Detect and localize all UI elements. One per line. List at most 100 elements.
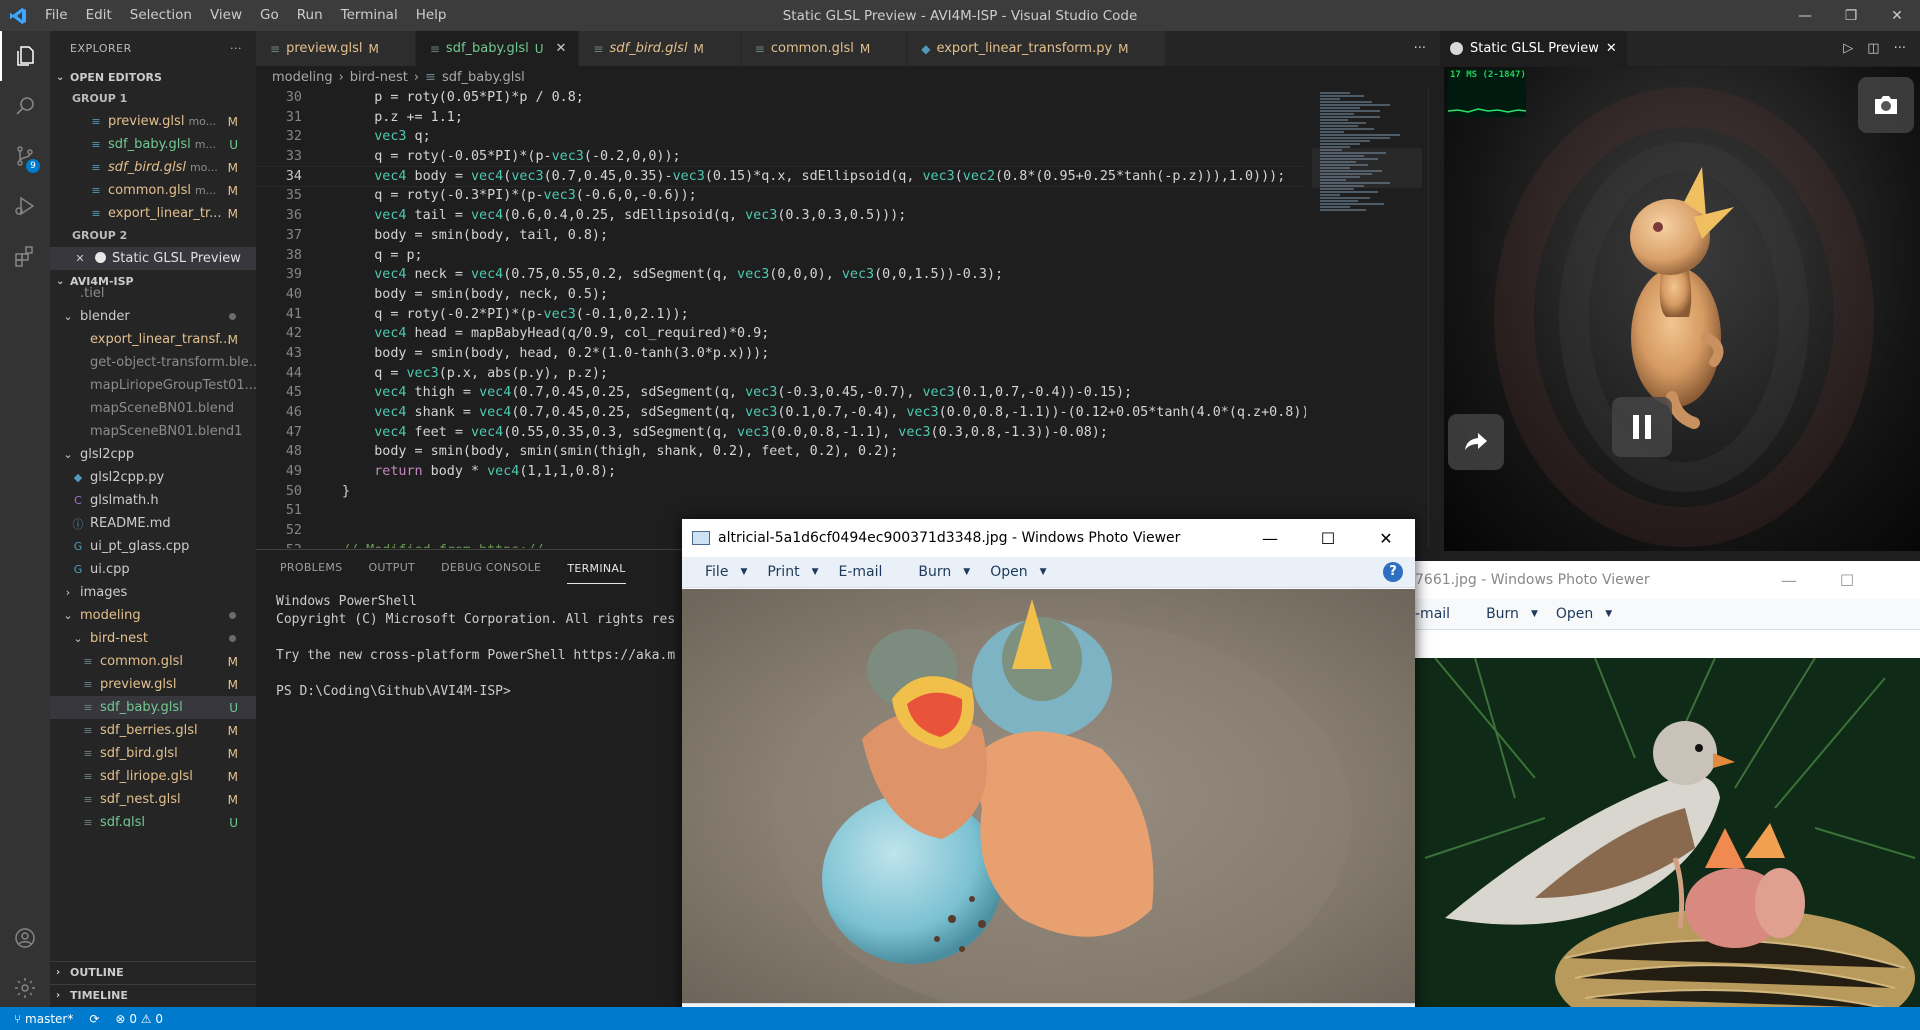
open-editor-item[interactable]: ≡ common.glsl m... M [50, 179, 256, 202]
shader-canvas[interactable]: 17 MS (2-1847) [1444, 67, 1920, 551]
tree-file[interactable]: export_linear_transf... M [50, 328, 256, 351]
menu-burn[interactable]: Burn [894, 564, 963, 580]
settings-gear-icon[interactable] [0, 963, 50, 1013]
explorer-icon[interactable] [0, 31, 50, 81]
run-debug-icon[interactable] [0, 181, 50, 231]
split-editor-icon[interactable]: ◫ [1867, 41, 1879, 56]
tree-file[interactable]: .tiel [50, 282, 256, 305]
tree-file[interactable]: ≡ sdf_baby.glsl U [50, 696, 256, 719]
more-actions-icon[interactable]: ··· [230, 42, 242, 55]
open-editor-glsl-preview[interactable]: ✕ Static GLSL Preview [50, 247, 256, 270]
tree-folder[interactable]: ⌄ modeling [50, 604, 256, 627]
sync-icon[interactable]: ⟳ [89, 1012, 99, 1026]
vertical-scrollbar[interactable] [1428, 88, 1440, 548]
close-icon[interactable]: ✕ [556, 41, 567, 56]
editor-tab[interactable]: ≡ common.glsl M [740, 31, 908, 66]
open-editor-item[interactable]: ≡ sdf_baby.glsl m... U [50, 133, 256, 156]
maximize-button[interactable]: ☐ [1818, 561, 1876, 599]
open-editor-item[interactable]: ≡ sdf_bird.glsl mo... M [50, 156, 256, 179]
editor-more-actions-icon[interactable]: ··· [1414, 31, 1426, 66]
tree-file[interactable]: get-object-transform.ble... [50, 351, 256, 374]
tree-file[interactable]: Cglslmath.h [50, 489, 256, 512]
close-button[interactable] [1876, 561, 1920, 599]
tree-file[interactable]: ≡ sdf.glsl U [50, 811, 256, 827]
menu-edit[interactable]: Edit [77, 0, 121, 31]
tree-folder[interactable]: › images [50, 581, 256, 604]
source-control-icon[interactable]: 9 [0, 131, 50, 181]
share-button[interactable] [1448, 414, 1504, 470]
pause-button[interactable] [1612, 397, 1672, 457]
tree-file[interactable]: Gui_pt_glass.cpp [50, 535, 256, 558]
close-button[interactable]: ✕ [1357, 519, 1415, 557]
panel-tab-problems[interactable]: PROBLEMS [280, 561, 342, 574]
tree-file[interactable]: mapSceneBN01.blend [50, 397, 256, 420]
tree-file[interactable]: ≡ common.glsl M [50, 650, 256, 673]
menu-email[interactable]: -mail [1415, 606, 1462, 622]
breadcrumb-folder[interactable]: modeling [272, 70, 333, 85]
search-icon[interactable] [0, 81, 50, 131]
tree-file[interactable]: ⓘ README.md [50, 512, 256, 535]
minimize-button[interactable]: — [1782, 0, 1828, 31]
close-button[interactable]: ✕ [1874, 0, 1920, 31]
menu-burn[interactable]: Burn [1462, 606, 1531, 622]
editor-tab[interactable]: ≡ sdf_bird.glsl M [579, 31, 741, 66]
menu-run[interactable]: Run [288, 0, 332, 31]
tree-file[interactable]: ≡ sdf_berries.glsl M [50, 719, 256, 742]
play-icon[interactable]: ▷ [1843, 41, 1853, 56]
outline-section[interactable]: › OUTLINE [50, 961, 256, 983]
tree-file[interactable]: ◆ glsl2cpp.py [50, 466, 256, 489]
open-editor-item[interactable]: ≡ export_linear_tr... M [50, 202, 256, 225]
panel-tab-terminal[interactable]: TERMINAL [567, 552, 626, 584]
code-line: 45 vec4 thigh = vec4(0.7,0.45,0.25, sdSe… [256, 383, 1306, 403]
menu-email[interactable]: E-mail [827, 564, 895, 580]
accounts-icon[interactable] [0, 913, 50, 963]
tree-file[interactable]: mapSceneBN01.blend1 [50, 420, 256, 443]
code-editor[interactable]: 30 p = roty(0.05*PI)*p / 0.8; 31 p.z += 1… [256, 88, 1306, 548]
close-icon[interactable]: ✕ [72, 252, 88, 265]
panel-tab-output[interactable]: OUTPUT [368, 561, 415, 574]
menu-print[interactable]: Print [755, 564, 811, 580]
editor-tab[interactable]: ≡ preview.glsl M [256, 31, 416, 66]
editor-tab[interactable]: ◆ export_linear_transform.py M [907, 31, 1166, 66]
problems-indicator[interactable]: ⊗ 0 ⚠ 0 [115, 1012, 163, 1026]
tree-file[interactable]: ≡ sdf_nest.glsl M [50, 788, 256, 811]
tree-folder[interactable]: ⌄ bird-nest [50, 627, 256, 650]
menu-help[interactable]: Help [407, 0, 456, 31]
menu-view[interactable]: View [201, 0, 251, 31]
tree-file[interactable]: ≡ sdf_liriope.glsl M [50, 765, 256, 788]
open-editor-item[interactable]: ≡ preview.glsl mo... M [50, 110, 256, 133]
menu-file[interactable]: File [36, 0, 77, 31]
menu-open[interactable]: Open [978, 564, 1039, 580]
restore-button[interactable]: ❐ [1828, 0, 1874, 31]
terminal-output[interactable]: Windows PowerShell Copyright (C) Microso… [256, 585, 686, 701]
breadcrumb-file[interactable]: sdf_baby.glsl [442, 70, 525, 85]
tree-folder[interactable]: ⌄ glsl2cpp [50, 443, 256, 466]
panel-tab-debug-console[interactable]: DEBUG CONSOLE [441, 561, 541, 574]
menu-selection[interactable]: Selection [121, 0, 201, 31]
minimize-button[interactable]: — [1241, 519, 1299, 557]
maximize-button[interactable]: ☐ [1299, 519, 1357, 557]
editor-tab[interactable]: ≡ sdf_baby.glsl U ✕ [415, 31, 580, 66]
breadcrumb-folder[interactable]: bird-nest [350, 70, 408, 85]
preview-tab[interactable]: Static GLSL Preview ✕ [1440, 31, 1627, 66]
open-editors-section[interactable]: ⌄ OPEN EDITORS [50, 66, 256, 88]
minimap-viewport[interactable] [1312, 148, 1422, 188]
tree-file[interactable]: Gui.cpp [50, 558, 256, 581]
minimize-button[interactable]: — [1760, 561, 1818, 599]
timeline-section[interactable]: › TIMELINE [50, 984, 256, 1006]
extensions-icon[interactable] [0, 231, 50, 281]
more-actions-icon[interactable]: ··· [1894, 41, 1906, 56]
tree-file[interactable]: ≡ preview.glsl M [50, 673, 256, 696]
menu-file[interactable]: File [682, 564, 740, 580]
tree-file[interactable]: mapLiriopeGroupTest01.... [50, 374, 256, 397]
tree-folder[interactable]: ⌄ blender [50, 305, 256, 328]
tree-file[interactable]: ≡ sdf_bird.glsl M [50, 742, 256, 765]
branch-indicator[interactable]: ⑂ master* [14, 1012, 73, 1026]
menu-open[interactable]: Open [1538, 606, 1605, 622]
help-icon[interactable]: ? [1383, 562, 1403, 582]
menu-terminal[interactable]: Terminal [332, 0, 407, 31]
menu-go[interactable]: Go [251, 0, 288, 31]
minimap[interactable] [1312, 88, 1442, 548]
close-icon[interactable]: ✕ [1606, 41, 1617, 56]
screenshot-camera-button[interactable] [1858, 77, 1914, 133]
